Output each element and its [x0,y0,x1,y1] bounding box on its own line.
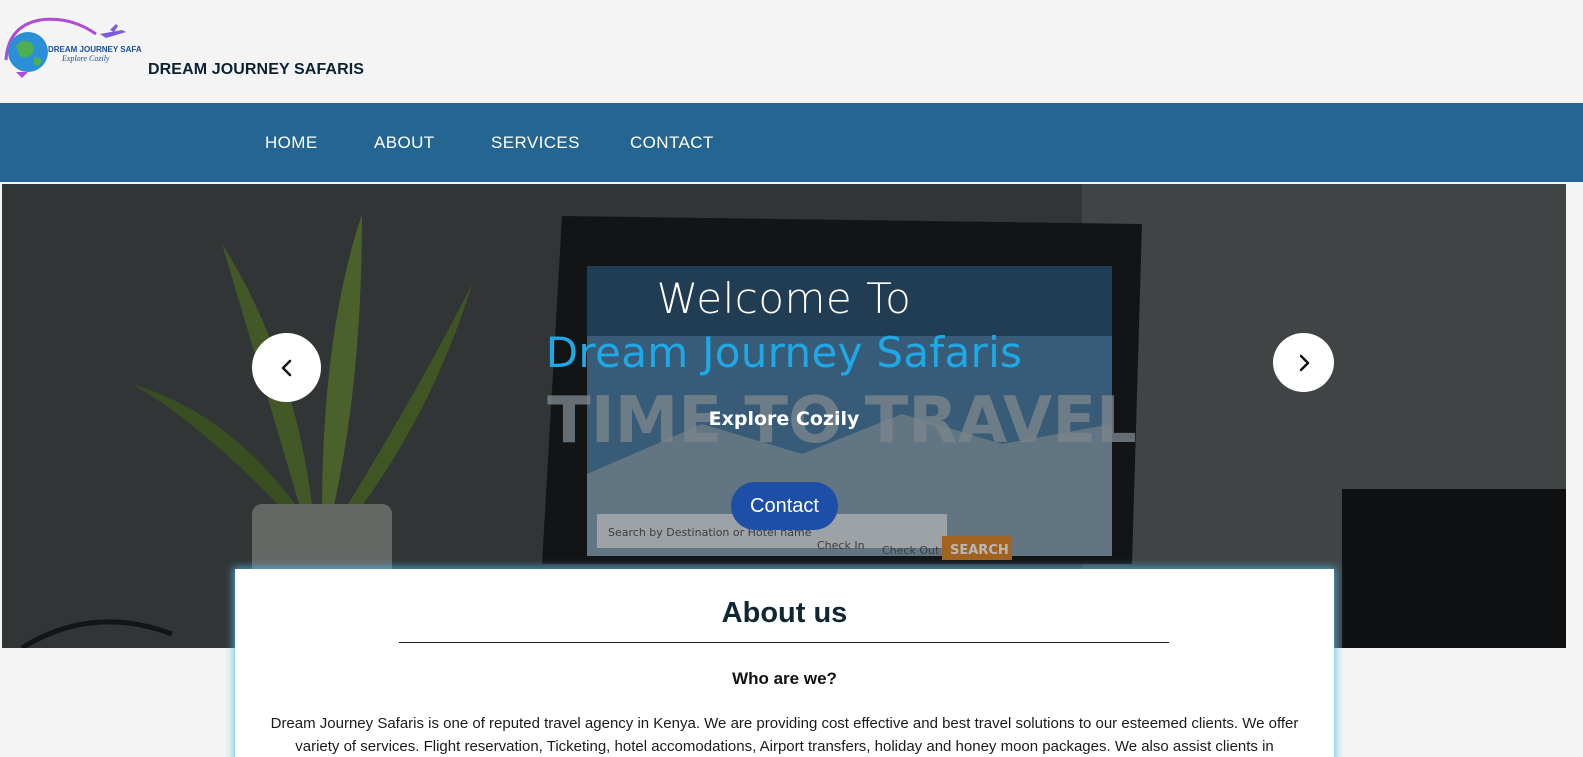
hero-tagline: Explore Cozily [708,408,860,430]
nav-item-services[interactable]: SERVICES [491,133,580,153]
about-divider [399,642,1169,643]
site-logo[interactable]: DREAM JOURNEY SAFARIS Explore Cozily [0,12,156,92]
logo-brand-text: DREAM JOURNEY SAFARIS [48,45,142,54]
chevron-left-icon [281,359,291,376]
chevron-right-icon [1299,354,1309,371]
site-name[interactable]: DREAM JOURNEY SAFARIS [148,61,364,79]
site-header: DREAM JOURNEY SAFARIS Explore Cozily DRE… [0,0,1583,103]
about-title: About us [721,597,848,629]
logo-globe-icon: DREAM JOURNEY SAFARIS Explore Cozily [4,17,156,78]
main-nav: HOME ABOUT SERVICES CONTACT [0,103,1583,182]
about-subtitle: Who are we? [732,669,837,688]
hero-title: Welcome To [656,274,912,323]
logo-tagline-text: Explore Cozily [61,54,110,63]
hero-contact-button[interactable]: Contact [731,482,838,530]
carousel-prev-button[interactable] [252,333,321,402]
nav-item-home[interactable]: HOME [265,133,318,153]
carousel-next-button[interactable] [1273,333,1334,392]
nav-item-contact[interactable]: CONTACT [630,133,714,153]
about-section: About us Who are we? Dream Journey Safar… [235,569,1334,757]
about-body: Dream Journey Safaris is one of reputed … [270,715,1299,755]
nav-item-about[interactable]: ABOUT [374,133,435,153]
